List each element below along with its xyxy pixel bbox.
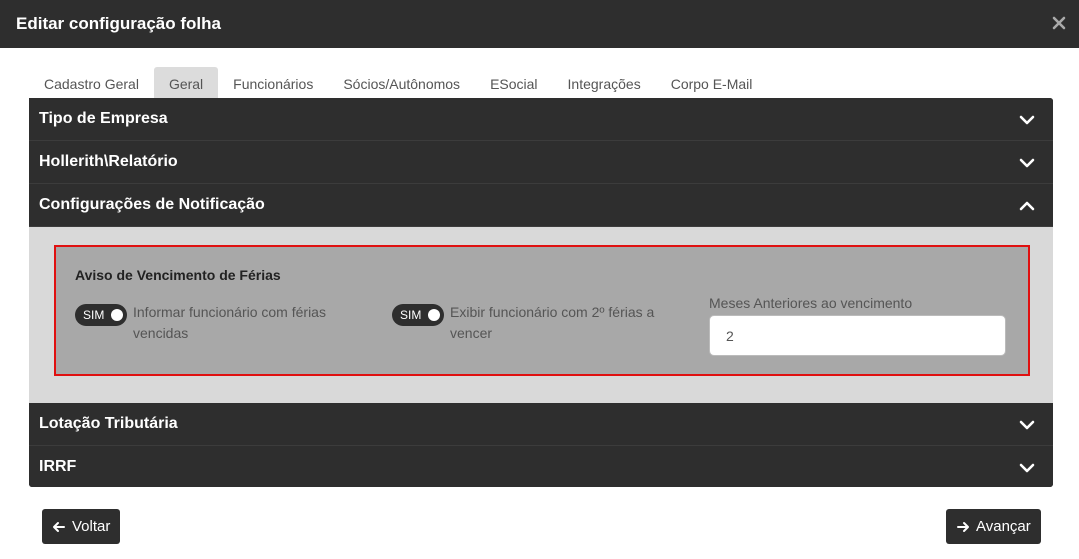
aviso-title: Aviso de Vencimento de Férias: [75, 267, 281, 283]
tab-socios-autonomos[interactable]: Sócios/Autônomos: [328, 67, 475, 98]
tab-corpo-email[interactable]: Corpo E-Mail: [656, 67, 768, 98]
avancar-button[interactable]: Avançar: [946, 509, 1041, 544]
dialog-header: Editar configuração folha: [0, 0, 1079, 48]
section-hollerith[interactable]: Hollerith\Relatório: [29, 141, 1053, 184]
close-icon[interactable]: [1051, 15, 1067, 31]
section-tipo-empresa[interactable]: Tipo de Empresa: [29, 98, 1053, 141]
section-notificacao[interactable]: Configurações de Notificação: [29, 184, 1053, 227]
voltar-label: Voltar: [72, 518, 111, 535]
dialog-title: Editar configuração folha: [16, 14, 221, 33]
exibir-ferias-toggle[interactable]: SIM: [392, 304, 444, 326]
tab-funcionarios[interactable]: Funcionários: [218, 67, 328, 98]
section-label: IRRF: [39, 458, 77, 475]
section-label: Configurações de Notificação: [39, 196, 265, 213]
arrow-right-icon: [956, 520, 970, 534]
tab-bar: Cadastro Geral Geral Funcionários Sócios…: [29, 67, 767, 98]
chevron-down-icon: [1019, 112, 1035, 128]
settings-accordion: Tipo de Empresa Hollerith\Relatório Conf…: [29, 98, 1053, 487]
section-label: Tipo de Empresa: [39, 110, 168, 127]
section-lotacao-tributaria[interactable]: Lotação Tributária: [29, 403, 1053, 446]
arrow-left-icon: [52, 520, 66, 534]
toggle-state: SIM: [400, 308, 422, 322]
meses-anteriores-input[interactable]: [709, 315, 1006, 356]
tab-esocial[interactable]: ESocial: [475, 67, 552, 98]
informar-ferias-toggle[interactable]: SIM: [75, 304, 127, 326]
chevron-down-icon: [1019, 460, 1035, 476]
tab-cadastro-geral[interactable]: Cadastro Geral: [29, 67, 154, 98]
exibir-ferias-label: Exibir funcionário com 2º férias a vence…: [450, 304, 655, 341]
meses-anteriores-label: Meses Anteriores ao vencimento: [709, 295, 913, 311]
voltar-button[interactable]: Voltar: [42, 509, 121, 544]
tab-geral[interactable]: Geral: [153, 67, 219, 98]
section-irrf[interactable]: IRRF: [29, 446, 1053, 487]
toggle-knob: [428, 309, 440, 321]
informar-ferias-label: Informar funcionário com férias vencidas: [133, 304, 326, 341]
chevron-down-icon: [1019, 417, 1035, 433]
tab-integracoes[interactable]: Integrações: [553, 67, 656, 98]
notificacao-panel: Aviso de Vencimento de Férias SIM Inform…: [29, 227, 1053, 403]
section-label: Lotação Tributária: [39, 415, 178, 432]
section-label: Hollerith\Relatório: [39, 153, 178, 170]
toggle-state: SIM: [83, 308, 105, 322]
chevron-up-icon: [1019, 198, 1035, 214]
avancar-label: Avançar: [976, 518, 1031, 535]
toggle-knob: [111, 309, 123, 321]
chevron-down-icon: [1019, 155, 1035, 171]
aviso-vencimento-box: Aviso de Vencimento de Férias SIM Inform…: [54, 245, 1030, 376]
